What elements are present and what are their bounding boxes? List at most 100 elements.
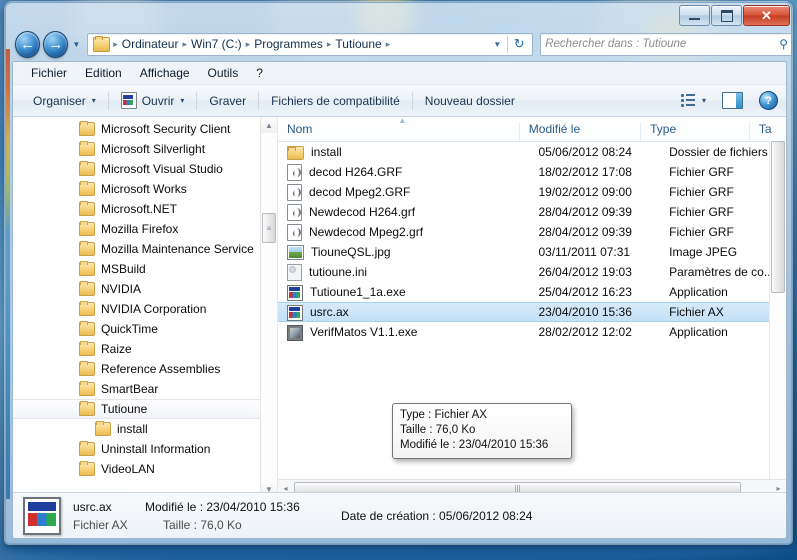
- file-modified: 19/02/2012 09:00: [538, 185, 632, 199]
- tree-item-smartbear[interactable]: SmartBear: [13, 379, 277, 399]
- file-name: Newdecod Mpeg2.grf: [309, 225, 424, 239]
- table-row-selected[interactable]: usrc.ax 23/04/2010 15:36 Fichier AX: [278, 302, 786, 322]
- address-bar[interactable]: ▸ Ordinateur ▸ Win7 (C:) ▸ Programmes ▸ …: [87, 32, 534, 56]
- organize-button[interactable]: Organiser ▾: [25, 91, 104, 111]
- refresh-icon[interactable]: ↻: [508, 36, 530, 52]
- grf-file-icon: [287, 204, 302, 221]
- column-header-type[interactable]: Type: [640, 122, 749, 141]
- file-modified: 25/04/2012 16:23: [538, 285, 632, 299]
- breadcrumb-win7c[interactable]: Win7 (C:): [188, 37, 245, 51]
- tree-item-nvidia[interactable]: NVIDIA: [13, 279, 277, 299]
- view-list-icon: [680, 94, 696, 107]
- file-tooltip: Type : Fichier AX Taille : 76,0 Ko Modif…: [392, 403, 572, 459]
- folder-icon: [287, 146, 304, 160]
- file-name: decod H264.GRF: [309, 165, 403, 179]
- table-row[interactable]: TiouneQSL.jpg 03/11/2011 07:31 Image JPE…: [278, 242, 786, 262]
- new-folder-button[interactable]: Nouveau dossier: [417, 91, 523, 111]
- tree-item-mozilla-maintenance-service[interactable]: Mozilla Maintenance Service: [13, 239, 277, 259]
- grf-file-icon: [287, 164, 302, 181]
- table-row[interactable]: VerifMatos V1.1.exe 28/02/2012 12:02 App…: [278, 322, 786, 342]
- scrollbar-thumb[interactable]: ≡: [262, 213, 276, 243]
- menu-fichier[interactable]: Fichier: [22, 64, 76, 82]
- folder-icon: [79, 161, 95, 176]
- file-name-cell: install: [278, 144, 538, 160]
- tree-item-tutioune[interactable]: Tutioune: [13, 399, 277, 419]
- column-header-label: Nom: [287, 122, 313, 136]
- folder-icon: [79, 301, 95, 316]
- tree-item-microsoft-net[interactable]: Microsoft.NET: [13, 199, 277, 219]
- menu-outils[interactable]: Outils: [199, 64, 248, 82]
- breadcrumb-tutioune[interactable]: Tutioune: [332, 37, 384, 51]
- open-button[interactable]: Ouvrir ▾: [113, 89, 193, 112]
- details-name-column: usrc.ax Fichier AX: [73, 498, 145, 534]
- table-row[interactable]: install 05/06/2012 08:24 Dossier de fich…: [278, 142, 786, 162]
- tree-item-microsoft-silverlight[interactable]: Microsoft Silverlight: [13, 139, 277, 159]
- tooltip-size: Taille : 76,0 Ko: [400, 424, 476, 436]
- navigation-pane-scrollbar[interactable]: ▲ ≡ ▼: [260, 117, 277, 497]
- breadcrumb-ordinateur[interactable]: Ordinateur: [119, 37, 182, 51]
- tree-item-install[interactable]: install: [13, 419, 277, 439]
- column-header-modifie-le[interactable]: Modifié le: [518, 122, 640, 141]
- scroll-up-button[interactable]: ▲: [261, 117, 277, 133]
- menu-edition[interactable]: Edition: [76, 64, 131, 82]
- preview-pane-button[interactable]: [714, 89, 751, 112]
- maximize-button[interactable]: [711, 5, 742, 26]
- tree-item-msbuild[interactable]: MSBuild: [13, 259, 277, 279]
- tree-item-microsoft-security-client[interactable]: Microsoft Security Client: [13, 119, 277, 139]
- help-button[interactable]: ?: [751, 88, 786, 113]
- tree-item-videolan[interactable]: VideoLAN: [13, 459, 277, 479]
- folder-icon: [79, 321, 95, 336]
- table-row[interactable]: Newdecod Mpeg2.grf 28/04/2012 09:39 Fich…: [278, 222, 786, 242]
- tree-item-nvidia-corporation[interactable]: NVIDIA Corporation: [13, 299, 277, 319]
- tree-item-raize[interactable]: Raize: [13, 339, 277, 359]
- file-name: usrc.ax: [310, 305, 349, 319]
- table-row[interactable]: Tutioune1_1a.exe 25/04/2012 16:23 Applic…: [278, 282, 786, 302]
- table-row[interactable]: tutioune.ini 26/04/2012 19:03 Paramètres…: [278, 262, 786, 282]
- recent-pages-icon[interactable]: ▼: [72, 40, 80, 49]
- column-header-taille[interactable]: Ta: [748, 122, 786, 141]
- tree-item-label: Reference Assemblies: [101, 362, 221, 376]
- file-name-cell: VerifMatos V1.1.exe: [278, 324, 538, 341]
- tree-item-microsoft-visual-studio[interactable]: Microsoft Visual Studio: [13, 159, 277, 179]
- tree-item-quicktime[interactable]: QuickTime: [13, 319, 277, 339]
- navigation-pane[interactable]: Microsoft Security Client Microsoft Silv…: [13, 117, 278, 497]
- column-header-nom[interactable]: ▲ Nom: [278, 117, 519, 141]
- tree-item-microsoft-works[interactable]: Microsoft Works: [13, 179, 277, 199]
- search-icon[interactable]: ⚲: [779, 37, 788, 51]
- divider: [258, 91, 260, 110]
- folder-tree: Microsoft Security Client Microsoft Silv…: [13, 117, 277, 479]
- table-row[interactable]: Newdecod H264.grf 28/04/2012 09:39 Fichi…: [278, 202, 786, 222]
- scrollbar-thumb[interactable]: [771, 141, 785, 293]
- folder-icon: [79, 181, 95, 196]
- table-row[interactable]: decod H264.GRF 18/02/2012 17:08 Fichier …: [278, 162, 786, 182]
- preview-pane-icon: [722, 92, 743, 109]
- file-name: tutioune.ini: [309, 265, 368, 279]
- tree-item-label: VideoLAN: [101, 462, 155, 476]
- table-row[interactable]: decod Mpeg2.GRF 19/02/2012 09:00 Fichier…: [278, 182, 786, 202]
- back-button[interactable]: ←: [15, 30, 41, 58]
- burn-button[interactable]: Graver: [201, 91, 254, 111]
- chevron-down-icon: ▾: [701, 96, 706, 105]
- organize-label: Organiser: [33, 93, 86, 108]
- file-list-scrollbar[interactable]: [769, 141, 786, 480]
- file-name: install: [311, 145, 342, 159]
- close-button[interactable]: ✕: [743, 5, 790, 26]
- chevron-down-icon[interactable]: ▼: [491, 40, 507, 49]
- tree-item-label: Mozilla Firefox: [101, 222, 179, 236]
- folder-icon: [79, 461, 95, 476]
- tree-item-reference-assemblies[interactable]: Reference Assemblies: [13, 359, 277, 379]
- open-label: Ouvrir: [141, 93, 175, 108]
- menu-affichage[interactable]: Affichage: [131, 64, 199, 82]
- forward-arrow-icon: →: [48, 35, 64, 53]
- folder-icon: [79, 341, 95, 356]
- search-input[interactable]: Rechercher dans : Tutioune ⚲: [540, 32, 791, 56]
- menu-help[interactable]: ?: [247, 64, 272, 82]
- minimize-button[interactable]: [679, 5, 710, 26]
- command-bar: Organiser ▾ Ouvrir ▾ Graver Fichiers de …: [13, 85, 786, 117]
- change-view-button[interactable]: ▾: [673, 91, 714, 110]
- tree-item-uninstall-information[interactable]: Uninstall Information: [13, 439, 277, 459]
- tree-item-mozilla-firefox[interactable]: Mozilla Firefox: [13, 219, 277, 239]
- compatibility-files-button[interactable]: Fichiers de compatibilité: [263, 91, 408, 111]
- forward-button[interactable]: →: [43, 30, 69, 58]
- breadcrumb-programmes[interactable]: Programmes: [251, 37, 326, 51]
